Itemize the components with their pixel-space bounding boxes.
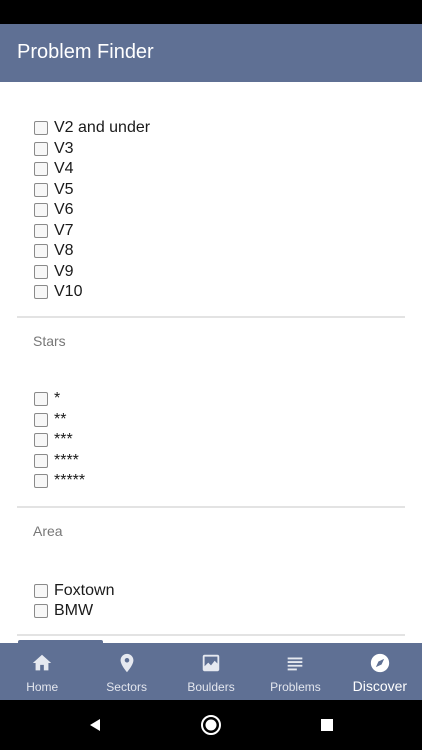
option-label: V6	[54, 201, 74, 218]
nav-item-sectors[interactable]: Sectors	[84, 643, 168, 700]
checkbox[interactable]	[34, 433, 48, 447]
map-pin-icon	[120, 653, 134, 673]
divider	[17, 634, 405, 636]
divider	[17, 316, 405, 318]
option-label: *****	[54, 472, 86, 489]
checkbox[interactable]	[34, 604, 48, 618]
grade-option-v6[interactable]: V6	[34, 200, 74, 220]
nav-item-discover[interactable]: Discover	[338, 643, 422, 700]
checkbox[interactable]	[34, 203, 48, 217]
grade-option-v2-and-under[interactable]: V2 and under	[34, 118, 150, 138]
option-label: V9	[54, 263, 74, 280]
checkbox[interactable]	[34, 265, 48, 279]
grade-option-v4[interactable]: V4	[34, 159, 74, 179]
nav-item-home[interactable]: Home	[0, 643, 84, 700]
grade-option-v9[interactable]: V9	[34, 262, 74, 282]
checkbox[interactable]	[34, 392, 48, 406]
stars-option-1[interactable]: *	[34, 389, 60, 409]
checkbox[interactable]	[34, 162, 48, 176]
stars-option-5[interactable]: *****	[34, 471, 85, 491]
checkbox[interactable]	[34, 244, 48, 258]
stars-option-4[interactable]: ****	[34, 451, 79, 471]
checkbox[interactable]	[34, 121, 48, 135]
grade-option-v10[interactable]: V10	[34, 282, 82, 302]
compass-icon	[370, 653, 389, 673]
checkbox[interactable]	[34, 285, 48, 299]
option-label: V10	[54, 283, 83, 300]
grade-option-v8[interactable]: V8	[34, 241, 74, 261]
option-label: V4	[54, 160, 74, 177]
stars-section-title: Stars	[33, 333, 66, 349]
checkbox[interactable]	[34, 584, 48, 598]
grade-option-v7[interactable]: V7	[34, 221, 74, 241]
option-label: V5	[54, 181, 74, 198]
nav-item-problems[interactable]: Problems	[253, 643, 337, 700]
option-label: V3	[54, 140, 74, 157]
option-label: V2 and under	[54, 119, 151, 136]
area-option-bmw[interactable]: BMW	[34, 601, 93, 621]
nav-label-home: Home	[26, 680, 59, 694]
option-label: ****	[54, 452, 79, 469]
stars-option-2[interactable]: **	[34, 410, 66, 430]
divider	[17, 506, 405, 508]
nav-label-sectors: Sectors	[106, 680, 147, 694]
nav-label-discover: Discover	[352, 678, 408, 694]
checkbox[interactable]	[34, 474, 48, 488]
option-label: V7	[54, 222, 74, 239]
option-label: ***	[54, 431, 73, 448]
grade-option-v3[interactable]: V3	[34, 139, 74, 159]
stars-option-3[interactable]: ***	[34, 430, 73, 450]
system-navigation-bar	[0, 700, 422, 750]
option-label: **	[54, 411, 67, 428]
checkbox[interactable]	[34, 413, 48, 427]
list-icon	[288, 657, 303, 671]
option-label: V8	[54, 242, 74, 259]
checkbox[interactable]	[34, 224, 48, 238]
image-icon	[202, 654, 220, 672]
grade-option-v5[interactable]: V5	[34, 180, 74, 200]
checkbox[interactable]	[34, 183, 48, 197]
filter-content[interactable]: V2 and under V3 V4 V5 V6 V7 V8 V9 V10 St…	[0, 82, 422, 643]
recents-square-icon[interactable]	[314, 712, 340, 738]
option-label: BMW	[54, 602, 94, 619]
status-bar	[0, 0, 422, 24]
app-bar: Problem Finder	[0, 24, 422, 82]
area-option-foxtown[interactable]: Foxtown	[34, 581, 114, 601]
checkbox[interactable]	[34, 142, 48, 156]
nav-label-problems: Problems	[270, 680, 321, 694]
nav-item-boulders[interactable]: Boulders	[169, 643, 253, 700]
option-label: *	[54, 390, 61, 407]
checkbox[interactable]	[34, 454, 48, 468]
option-label: Foxtown	[54, 582, 115, 599]
bottom-navigation: Home Sectors Boulders Problems Discover	[0, 643, 422, 700]
nav-label-boulders: Boulders	[187, 680, 235, 694]
home-icon	[33, 654, 52, 671]
back-icon[interactable]	[82, 712, 108, 738]
page-title: Problem Finder	[17, 41, 154, 63]
area-section-title: Area	[33, 523, 63, 539]
home-circle-icon[interactable]	[198, 712, 224, 738]
